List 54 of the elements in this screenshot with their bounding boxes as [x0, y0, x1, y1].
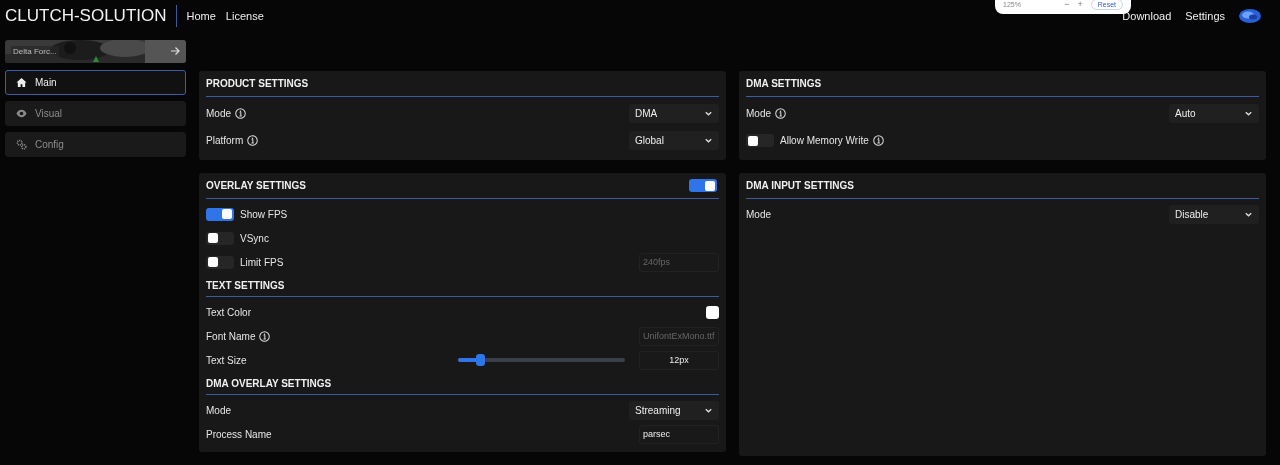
input-field[interactable]: 12px	[639, 350, 719, 370]
chevron-down-icon	[704, 109, 713, 118]
field-label: Mode	[206, 108, 231, 119]
field-label: Process Name	[206, 428, 272, 440]
toggle-switch[interactable]	[206, 255, 234, 269]
nav-link[interactable]: License	[225, 9, 264, 22]
home-icon	[16, 77, 27, 88]
field-label: Mode	[206, 404, 231, 416]
input-field[interactable]: 240fps	[639, 252, 719, 272]
dropdown[interactable]: DMA	[629, 104, 719, 123]
toggle-label: VSync	[240, 232, 269, 244]
dropdown[interactable]: Auto	[1169, 104, 1259, 123]
field-label: Mode	[746, 208, 771, 220]
zoom-button[interactable]: −	[1064, 0, 1070, 9]
dropdown[interactable]: Streaming	[629, 400, 719, 420]
field-label: Text Color	[206, 306, 251, 318]
arrow-right-icon[interactable]	[170, 46, 180, 56]
banner-label: Delta Forc...	[11, 46, 59, 57]
nav-link[interactable]: Home	[186, 9, 216, 22]
field-label: Text Size	[206, 354, 247, 366]
input-field[interactable]: UnifontExMono.ttf	[639, 326, 719, 346]
section-title: TEXT SETTINGS	[206, 279, 285, 291]
toggle-label: Limit FPS	[240, 256, 284, 268]
chevron-down-icon	[1244, 109, 1253, 118]
gears-icon	[16, 139, 27, 150]
app-title: CLUTCH-SOLUTION	[5, 4, 177, 27]
nav-link[interactable]: Settings	[1185, 9, 1225, 22]
input-field[interactable]: parsec	[639, 424, 719, 444]
game-banner[interactable]: Delta Forc...	[5, 40, 186, 63]
panel-title: DMA SETTINGS	[746, 78, 822, 89]
field-label: Platform	[206, 135, 244, 146]
field-label: Font Name	[206, 330, 256, 342]
toggle-switch[interactable]	[206, 231, 234, 245]
sidebar-item[interactable]: Config	[5, 132, 186, 157]
toggle-switch[interactable]	[689, 179, 717, 192]
section-title: DMA OVERLAY SETTINGS	[206, 377, 332, 389]
dropdown[interactable]: Disable	[1169, 204, 1259, 224]
color-swatch[interactable]	[706, 305, 719, 319]
nav-link[interactable]: Download	[1122, 9, 1172, 22]
eye-icon	[16, 108, 27, 119]
panel-title: PRODUCT SETTINGS	[206, 78, 309, 89]
toggle-label: Allow Memory Write	[780, 135, 869, 146]
toggle-label: Show FPS	[240, 208, 288, 220]
slider-thumb[interactable]	[475, 354, 485, 366]
sidebar-item[interactable]: Visual	[5, 101, 186, 126]
sidebar-item[interactable]: Main	[5, 70, 186, 95]
chevron-down-icon	[704, 136, 713, 145]
toggle-switch[interactable]	[746, 134, 774, 147]
zoom-button[interactable]: +	[1077, 0, 1083, 9]
panel-title: DMA INPUT SETTINGS	[746, 180, 854, 191]
dropdown[interactable]: Global	[629, 131, 719, 150]
panel-title: OVERLAY SETTINGS	[206, 180, 307, 191]
field-label: Mode	[746, 108, 771, 119]
toggle-switch[interactable]	[206, 207, 234, 221]
